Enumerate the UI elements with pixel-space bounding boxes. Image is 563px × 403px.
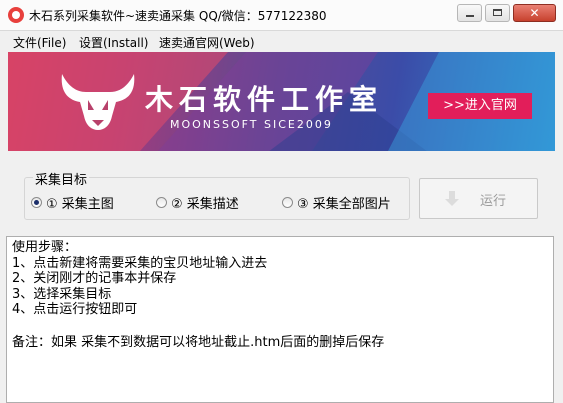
menu-settings[interactable]: 设置(Install) (79, 34, 149, 51)
radio-label: ① 采集主图 (46, 197, 114, 212)
instruction-line: 使用步骤： (12, 240, 78, 255)
download-icon (445, 191, 459, 206)
minimize-button[interactable] (457, 4, 482, 22)
maximize-button[interactable] (485, 4, 510, 22)
title-bar: 木石系列采集软件~速卖通采集 QQ/微信：577122380 ✕ (0, 0, 563, 31)
run-label: 运行 (480, 194, 507, 209)
minimize-icon (466, 15, 474, 17)
app-icon (8, 7, 24, 23)
radio-description[interactable]: ② 采集描述 (156, 193, 239, 212)
menu-website[interactable]: 速卖通官网(Web) (159, 34, 255, 51)
instruction-line: 1、点击新建将需要采集的宝贝地址输入进去 (12, 255, 268, 271)
enter-website-button[interactable]: >>进入官网 (428, 93, 532, 119)
menu-bar: 文件(File) 设置(Install) 速卖通官网(Web) (0, 31, 563, 51)
instruction-line: 3、选择采集目标 (12, 286, 112, 302)
radio-unchecked-icon (282, 197, 293, 208)
brand-subtitle: MOONSSOFT SICE2009 (170, 118, 333, 131)
target-legend: 采集目标 (33, 169, 90, 188)
radio-label: ② 采集描述 (171, 197, 239, 212)
radio-all-images[interactable]: ③ 采集全部图片 (282, 193, 391, 212)
instruction-line: 2、关闭刚才的记事本并保存 (12, 271, 177, 286)
radio-main-image[interactable]: ① 采集主图 (31, 193, 114, 212)
maximize-icon (493, 9, 502, 16)
window-controls: ✕ (457, 4, 556, 22)
brand-name: 木石软件工作室 (145, 83, 384, 116)
bull-logo-icon (61, 74, 135, 130)
banner: 木石软件工作室 MOONSSOFT SICE2009 >>进入官网 (8, 52, 555, 151)
radio-checked-icon (31, 197, 42, 208)
close-icon: ✕ (529, 6, 540, 20)
radio-label: ③ 采集全部图片 (297, 197, 391, 212)
window-title: 木石系列采集软件~速卖通采集 QQ/微信：577122380 (29, 9, 327, 23)
menu-file[interactable]: 文件(File) (13, 34, 66, 51)
instructions-textarea[interactable]: 使用步骤： 1、点击新建将需要采集的宝贝地址输入进去 2、关闭刚才的记事本并保存… (6, 236, 554, 403)
instruction-note: 备注：如果 采集不到数据可以将地址截止.htm后面的删掉后保存 (12, 334, 385, 350)
radio-unchecked-icon (156, 197, 167, 208)
run-button[interactable]: 运行 (419, 178, 538, 219)
close-button[interactable]: ✕ (513, 4, 556, 22)
instruction-line: 4、点击运行按钮即可 (12, 302, 138, 317)
